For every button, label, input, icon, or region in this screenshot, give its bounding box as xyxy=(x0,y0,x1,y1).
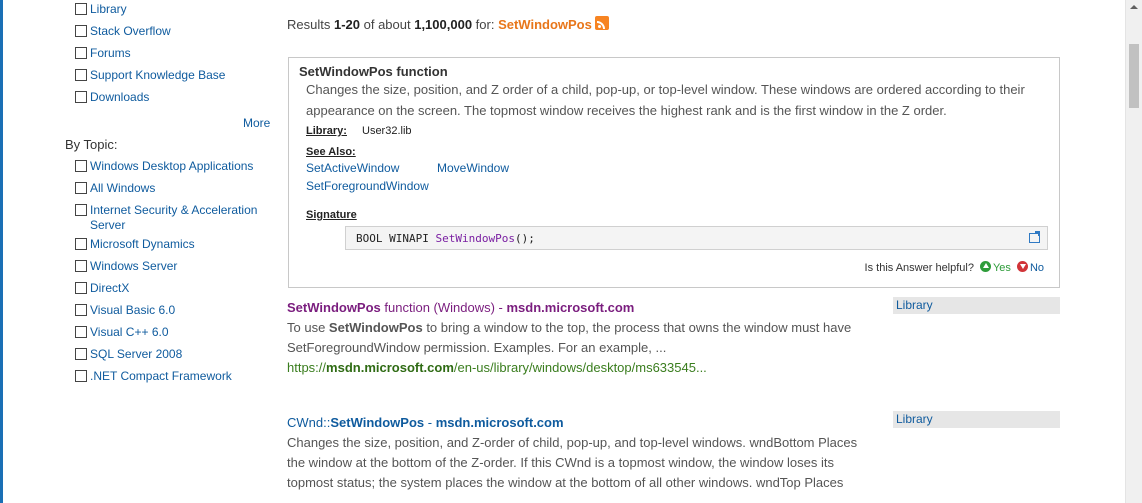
see-also-link-setforegroundwindow[interactable]: SetForegroundWindow xyxy=(306,179,429,193)
result-tag[interactable]: Library xyxy=(893,411,1060,428)
result-url[interactable]: https://msdn.microsoft.com/en-us/library… xyxy=(287,358,887,378)
rss-icon[interactable] xyxy=(594,16,609,30)
title-text[interactable]: function (Windows) - xyxy=(381,300,507,315)
answer-description: Changes the size, position, and Z order … xyxy=(306,82,1025,118)
title-keyword[interactable]: SetWindowPos xyxy=(287,300,381,315)
checkbox[interactable] xyxy=(75,91,87,103)
yes-button[interactable]: Yes xyxy=(993,262,1011,274)
title-domain[interactable]: msdn.microsoft.com xyxy=(436,415,564,430)
tag-label[interactable]: Library xyxy=(896,412,933,426)
see-also-label: See Also: xyxy=(306,146,356,158)
open-external-icon[interactable] xyxy=(1029,231,1040,243)
thumbs-down-icon[interactable] xyxy=(1016,261,1028,272)
see-also-link-setactivewindow[interactable]: SetActiveWindow xyxy=(306,161,399,175)
title-keyword[interactable]: SetWindowPos xyxy=(330,415,424,430)
checkbox[interactable] xyxy=(75,182,87,194)
see-also-link-movewindow[interactable]: MoveWindow xyxy=(437,161,509,175)
url-domain[interactable]: msdn.microsoft.com xyxy=(326,360,454,375)
checkbox[interactable] xyxy=(75,25,87,37)
answer-title: SetWindowPos function xyxy=(299,64,448,79)
code-prefix: BOOL WINAPI xyxy=(356,232,436,245)
answer-card: SetWindowPos function Changes the size, … xyxy=(288,57,1060,288)
vertical-scrollbar[interactable] xyxy=(1125,0,1142,503)
desc-keyword: SetWindowPos xyxy=(328,320,423,335)
result-title-link[interactable]: SetWindowPos function (Windows) - msdn.m… xyxy=(287,300,887,315)
url-prefix[interactable]: https:// xyxy=(287,360,326,375)
by-topic-heading: By Topic: xyxy=(65,137,118,152)
search-result: SetWindowPos function (Windows) - msdn.m… xyxy=(287,300,887,378)
checkbox[interactable] xyxy=(75,370,87,382)
checkbox[interactable] xyxy=(75,260,87,272)
library-value: User32.lib xyxy=(362,125,412,137)
checkbox[interactable] xyxy=(75,304,87,316)
checkbox[interactable] xyxy=(75,204,87,216)
title-text[interactable]: - xyxy=(424,415,436,430)
thumbs-up-icon[interactable] xyxy=(979,261,991,272)
checkbox[interactable] xyxy=(75,160,87,172)
signature-label: Signature xyxy=(306,209,357,221)
results-range: 1-20 xyxy=(333,17,360,32)
checkbox[interactable] xyxy=(75,348,87,360)
checkbox[interactable] xyxy=(75,3,87,15)
code-suffix: (); xyxy=(514,232,535,245)
code-function: SetWindowPos xyxy=(435,232,515,245)
desc-text: To use xyxy=(287,320,329,335)
results-for: for: xyxy=(472,17,499,32)
results-prefix: Results xyxy=(287,17,334,32)
helpful-question: Is this Answer helpful? xyxy=(864,262,974,274)
checkbox[interactable] xyxy=(75,282,87,294)
more-link[interactable]: More xyxy=(243,116,270,130)
search-query: SetWindowPos xyxy=(498,17,592,32)
signature-code-box: BOOL WINAPI SetWindowPos(); xyxy=(345,226,1048,250)
checkbox[interactable] xyxy=(75,326,87,338)
results-total: 1,100,000 xyxy=(414,17,473,32)
result-tag[interactable]: Library xyxy=(893,297,1060,314)
answer-feedback: Is this Answer helpful? Yes No xyxy=(865,261,1044,274)
page-edge-accent xyxy=(0,0,3,503)
title-prefix[interactable]: CWnd:: xyxy=(287,415,330,430)
result-description: Changes the size, position, and Z-order … xyxy=(287,435,858,490)
checkbox[interactable] xyxy=(75,47,87,59)
results-middle: of about xyxy=(360,17,415,32)
checkbox[interactable] xyxy=(75,69,87,81)
results-summary: Results 1-20 of about 1,100,000 for: Set… xyxy=(287,16,609,32)
url-path[interactable]: /en-us/library/windows/desktop/ms633545.… xyxy=(454,360,707,375)
signature-code: BOOL WINAPI SetWindowPos(); xyxy=(356,232,535,245)
checkbox[interactable] xyxy=(75,238,87,250)
search-result: CWnd::SetWindowPos - msdn.microsoft.com … xyxy=(287,415,887,493)
scroll-thumb[interactable] xyxy=(1129,44,1139,108)
result-description: To use SetWindowPos to bring a window to… xyxy=(287,318,867,358)
result-title-link[interactable]: CWnd::SetWindowPos - msdn.microsoft.com xyxy=(287,415,887,430)
no-button[interactable]: No xyxy=(1030,262,1044,274)
tag-label[interactable]: Library xyxy=(896,298,933,312)
library-label: Library: xyxy=(306,125,347,137)
scroll-up-arrow-icon[interactable] xyxy=(1130,5,1138,9)
title-domain[interactable]: msdn.microsoft.com xyxy=(506,300,634,315)
